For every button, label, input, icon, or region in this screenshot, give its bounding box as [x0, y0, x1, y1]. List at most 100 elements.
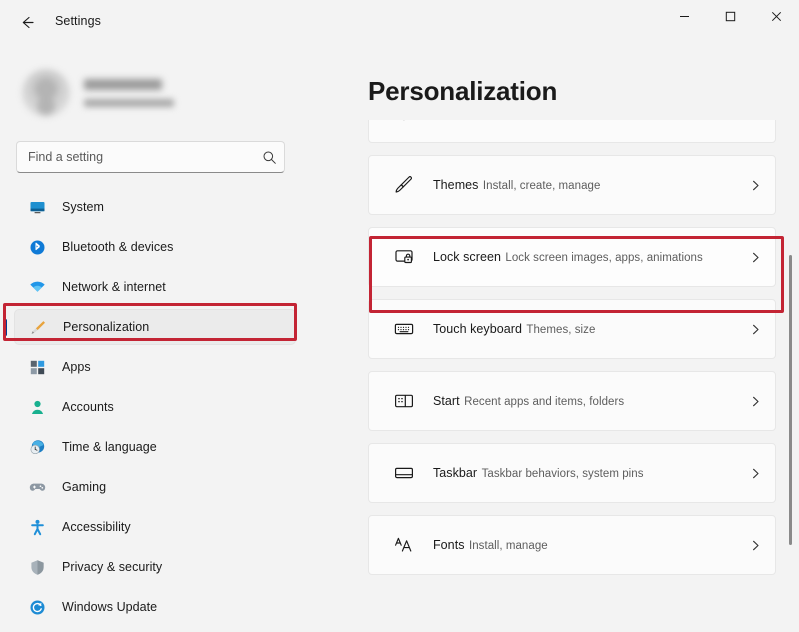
- title-bar: Settings: [0, 0, 799, 44]
- settings-row-text: Fonts Install, manage: [423, 536, 735, 554]
- main-content: Personalization: [310, 44, 799, 632]
- search-box[interactable]: [16, 141, 285, 173]
- back-arrow-icon: [19, 14, 36, 31]
- minimize-button[interactable]: [661, 0, 707, 32]
- settings-row-text: Start Recent apps and items, folders: [423, 392, 735, 410]
- settings-row-subtitle: Recent apps and items, folders: [464, 396, 624, 408]
- settings-row-touch-keyboard[interactable]: Touch keyboard Themes, size: [368, 299, 776, 359]
- sidebar-item-label: Personalization: [63, 320, 149, 334]
- fonts-aa-icon: [385, 534, 423, 556]
- sidebar-item-accessibility[interactable]: Accessibility: [14, 509, 296, 545]
- page-title: Personalization: [368, 76, 557, 107]
- maximize-button[interactable]: [707, 0, 753, 32]
- settings-row-title: Themes: [433, 178, 478, 192]
- shield-icon: [28, 558, 46, 576]
- sidebar-item-personalization[interactable]: Personalization: [14, 309, 296, 345]
- settings-row-fonts[interactable]: Fonts Install, manage: [368, 515, 776, 575]
- sidebar-item-bluetooth-devices[interactable]: Bluetooth & devices: [14, 229, 296, 265]
- paintbrush-icon: [385, 174, 423, 196]
- sidebar-item-label: Network & internet: [62, 280, 166, 294]
- sidebar: System Bluetooth & devices: [0, 44, 310, 632]
- settings-list: Accent color, transparency effects, colo…: [368, 120, 776, 587]
- settings-row-title: Touch keyboard: [433, 322, 522, 336]
- close-icon: [771, 11, 782, 22]
- close-button[interactable]: [753, 0, 799, 32]
- person-icon: [28, 398, 46, 416]
- monitor-lock-icon: [385, 246, 423, 268]
- chevron-right-icon[interactable]: [735, 467, 775, 480]
- sidebar-item-label: Apps: [62, 360, 91, 374]
- profile-text-redacted: [84, 79, 174, 107]
- window-controls: [661, 0, 799, 32]
- settings-row-title: Fonts: [433, 538, 465, 552]
- accessibility-icon: [28, 518, 46, 536]
- sidebar-item-time-language[interactable]: Time & language: [14, 429, 296, 465]
- bluetooth-icon: [28, 238, 46, 256]
- chevron-right-icon[interactable]: [735, 179, 775, 192]
- settings-row-text: Lock screen Lock screen images, apps, an…: [423, 248, 735, 266]
- settings-row-title: Taskbar: [433, 466, 477, 480]
- settings-list-viewport: Accent color, transparency effects, colo…: [310, 120, 799, 632]
- update-refresh-icon: [28, 598, 46, 616]
- game-controller-icon: [28, 478, 46, 496]
- sidebar-item-label: Accounts: [62, 400, 114, 414]
- settings-row-taskbar[interactable]: Taskbar Taskbar behaviors, system pins: [368, 443, 776, 503]
- settings-row-subtitle: Lock screen images, apps, animations: [505, 252, 702, 264]
- sidebar-item-windows-update[interactable]: Windows Update: [14, 589, 296, 625]
- keyboard-icon: [385, 318, 423, 340]
- search-input[interactable]: [17, 150, 254, 164]
- start-layout-icon: [385, 390, 423, 412]
- settings-row-text: Taskbar Taskbar behaviors, system pins: [423, 464, 735, 482]
- sidebar-item-label: System: [62, 200, 104, 214]
- settings-row-text: Accent color, transparency effects, colo…: [423, 120, 735, 122]
- settings-row-themes[interactable]: Themes Install, create, manage: [368, 155, 776, 215]
- avatar: [22, 69, 70, 117]
- search-icon: [262, 150, 277, 165]
- settings-row-start[interactable]: Start Recent apps and items, folders: [368, 371, 776, 431]
- sidebar-item-label: Windows Update: [62, 600, 157, 614]
- search-button[interactable]: [254, 142, 284, 172]
- settings-row-subtitle: Install, manage: [469, 540, 548, 552]
- settings-row-subtitle: Install, create, manage: [483, 180, 601, 192]
- settings-row-subtitle: Themes, size: [526, 324, 595, 336]
- settings-row-colors[interactable]: Accent color, transparency effects, colo…: [368, 120, 776, 143]
- apps-grid-icon: [28, 358, 46, 376]
- settings-row-title: Lock screen: [433, 250, 501, 264]
- settings-window: Settings: [0, 0, 799, 632]
- sidebar-item-system[interactable]: System: [14, 189, 296, 225]
- sidebar-item-network-internet[interactable]: Network & internet: [14, 269, 296, 305]
- palette-icon: [385, 120, 423, 124]
- back-button[interactable]: [12, 8, 42, 36]
- sidebar-item-label: Gaming: [62, 480, 106, 494]
- maximize-icon: [725, 11, 736, 22]
- sidebar-item-label: Bluetooth & devices: [62, 240, 173, 254]
- profile-subtitle-redacted: [84, 99, 174, 107]
- sidebar-item-label: Accessibility: [62, 520, 131, 534]
- system-monitor-icon: [28, 198, 46, 216]
- sidebar-item-gaming[interactable]: Gaming: [14, 469, 296, 505]
- chevron-right-icon[interactable]: [735, 251, 775, 264]
- chevron-right-icon[interactable]: [735, 539, 775, 552]
- paintbrush-icon: [29, 318, 47, 336]
- sidebar-item-label: Privacy & security: [62, 560, 162, 574]
- settings-row-text: Themes Install, create, manage: [423, 176, 735, 194]
- wifi-icon: [28, 278, 46, 296]
- sidebar-item-apps[interactable]: Apps: [14, 349, 296, 385]
- chevron-right-icon[interactable]: [735, 395, 775, 408]
- sidebar-nav: System Bluetooth & devices: [0, 189, 310, 629]
- settings-row-lock-screen[interactable]: Lock screen Lock screen images, apps, an…: [368, 227, 776, 287]
- chevron-right-icon[interactable]: [735, 323, 775, 336]
- settings-row-subtitle: Taskbar behaviors, system pins: [482, 468, 644, 480]
- sidebar-item-label: Time & language: [62, 440, 157, 454]
- sidebar-item-privacy-security[interactable]: Privacy & security: [14, 549, 296, 585]
- settings-row-text: Touch keyboard Themes, size: [423, 320, 735, 338]
- user-profile[interactable]: [22, 62, 272, 124]
- scrollbar[interactable]: [784, 120, 796, 632]
- scrollbar-thumb[interactable]: [789, 255, 792, 545]
- profile-name-redacted: [84, 79, 162, 90]
- minimize-icon: [679, 11, 690, 22]
- sidebar-item-accounts[interactable]: Accounts: [14, 389, 296, 425]
- taskbar-icon: [385, 462, 423, 484]
- clock-globe-icon: [28, 438, 46, 456]
- settings-row-title: Start: [433, 394, 460, 408]
